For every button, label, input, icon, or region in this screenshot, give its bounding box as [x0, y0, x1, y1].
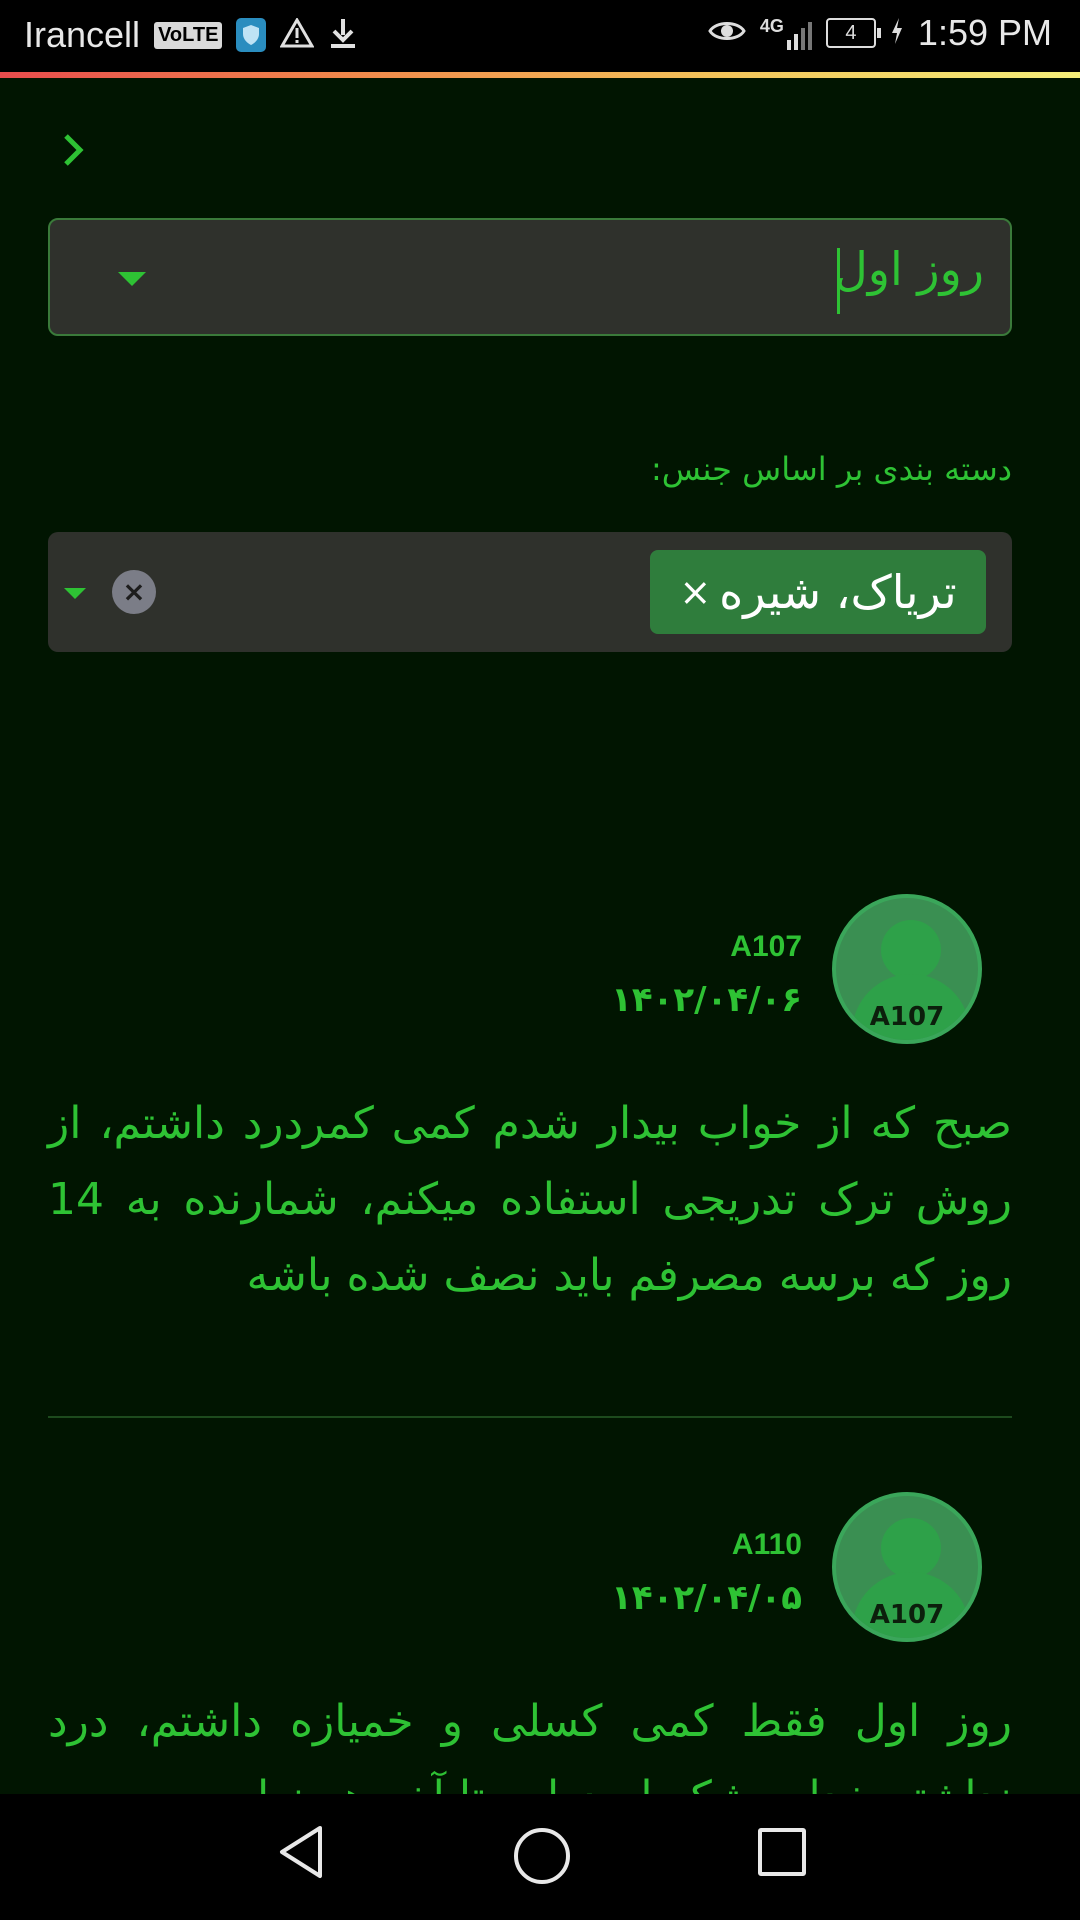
text-cursor [837, 248, 840, 314]
day-select-value: روز اول [834, 242, 984, 296]
post-date: ۱۴۰۲/۰۴/۰۵ [611, 1578, 802, 1618]
post-username[interactable]: A110 [732, 1528, 802, 1562]
post-username[interactable]: A107 [730, 930, 802, 964]
recent-apps-icon[interactable] [758, 1828, 806, 1876]
navigation-bar [0, 1794, 1080, 1920]
volte-badge: VoLTE [154, 21, 223, 49]
post-text: روز اول فقط کمی کسلی و خمیازه داشتم، درد… [48, 1696, 1012, 1794]
home-icon[interactable] [514, 1828, 570, 1884]
post-card: A107 A107 ۱۴۰۲/۰۴/۰۶ صبح که از خواب بیدا… [48, 890, 1012, 1330]
network-type: 4G [759, 16, 784, 36]
chevron-down-icon[interactable] [64, 588, 86, 599]
charging-icon [890, 17, 904, 49]
back-icon[interactable] [276, 1824, 326, 1884]
shield-icon [236, 18, 267, 52]
user-head-icon [881, 1518, 941, 1578]
status-left: Irancell VoLTE [24, 14, 358, 56]
eye-icon [708, 17, 746, 49]
chip-remove-icon[interactable]: × [679, 570, 711, 614]
category-select[interactable]: تریاک، شیره × × [48, 532, 1012, 652]
post-divider [48, 1416, 1012, 1418]
carrier-name: Irancell [24, 14, 141, 55]
clock: 1:59 PM [917, 12, 1052, 53]
day-select[interactable]: روز اول [48, 218, 1012, 336]
chevron-right-icon[interactable] [56, 128, 92, 172]
post-date: ۱۴۰۲/۰۴/۰۶ [611, 980, 802, 1020]
avatar-label: A107 [869, 1600, 945, 1630]
loading-progress-line [0, 72, 1080, 78]
post-card: A107 A110 ۱۴۰۲/۰۴/۰۵ روز اول فقط کمی کسل… [48, 1488, 1012, 1794]
battery-icon: 4 [825, 18, 881, 48]
category-filter-label: دسته بندی بر اساس جنس: [650, 450, 1012, 488]
selected-category-chip[interactable]: تریاک، شیره × [650, 550, 986, 634]
chevron-down-icon[interactable] [118, 272, 146, 286]
avatar[interactable]: A107 [832, 1492, 982, 1642]
post-text: صبح که از خواب بیدار شدم کمی کمردرد داشت… [48, 1098, 1012, 1301]
avatar[interactable]: A107 [832, 894, 982, 1044]
signal-icon: 4G [760, 16, 812, 50]
status-right: 4G 4 1:59 PM [708, 12, 1052, 54]
status-bar: Irancell VoLTE 4G 4 1:59 PM [0, 0, 1080, 72]
warning-icon [279, 16, 316, 52]
clear-selection-button[interactable]: × [112, 570, 156, 614]
download-icon [328, 17, 358, 53]
avatar-label: A107 [869, 1002, 945, 1032]
user-head-icon [881, 920, 941, 980]
chip-label: تریاک، شیره [719, 565, 957, 619]
